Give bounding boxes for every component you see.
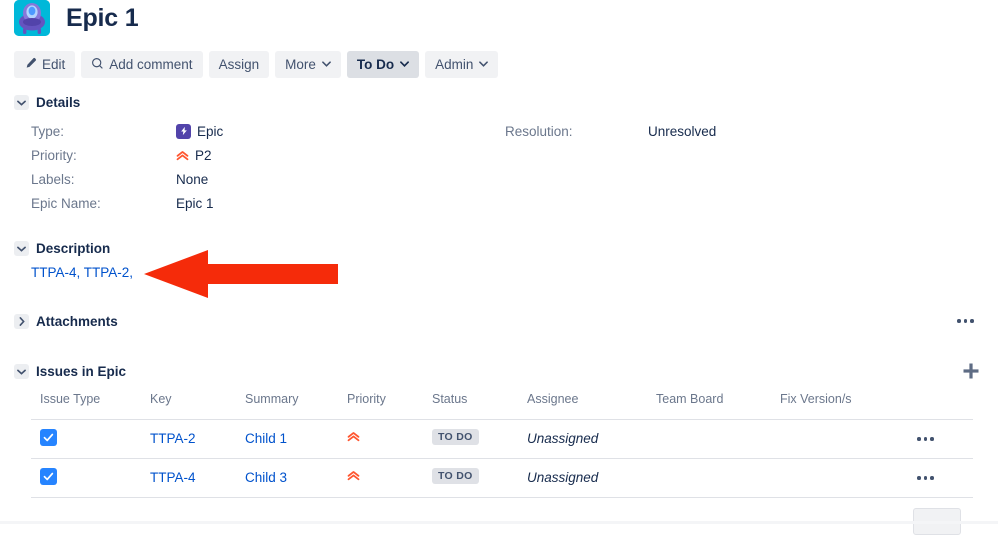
issue-toolbar: Edit Add comment Assign More To Do Admin <box>14 51 499 78</box>
description-issue-links[interactable]: TTPA-4, TTPA-2, <box>31 265 133 280</box>
field-resolution-label: Resolution: <box>505 123 573 139</box>
field-priority-label: Priority: <box>31 147 77 163</box>
details-section-title: Details <box>36 95 81 110</box>
field-labels: Labels: None <box>31 170 208 188</box>
issues-in-epic-section-title: Issues in Epic <box>36 364 127 379</box>
row-priority-high-double-chevron-icon <box>347 469 360 485</box>
field-epic-name-value: Epic 1 <box>176 195 214 211</box>
edit-button[interactable]: Edit <box>14 51 76 78</box>
attachments-section-title: Attachments <box>36 314 118 329</box>
field-epic-name-label: Epic Name: <box>31 195 101 211</box>
details-section-header[interactable]: Details <box>14 95 80 110</box>
field-priority-value: P2 <box>176 148 212 163</box>
assign-button[interactable]: Assign <box>208 51 270 78</box>
epic-alien-avatar-icon <box>14 0 50 36</box>
left-arrow-annotation-icon <box>144 250 338 298</box>
admin-button-label: Admin <box>435 57 474 72</box>
field-labels-value: None <box>176 171 209 187</box>
table-bottom-divider <box>31 497 973 498</box>
field-type: Type: Epic <box>31 122 223 140</box>
add-issue-plus-icon[interactable] <box>962 362 980 380</box>
column-header-status: Status <box>432 392 468 406</box>
chevron-down-icon <box>479 60 489 69</box>
row-key-link[interactable]: TTPA-4 <box>150 470 196 485</box>
chevron-down-icon <box>14 95 29 110</box>
status-todo-button-label: To Do <box>356 57 395 72</box>
column-header-summary: Summary <box>245 392 299 406</box>
field-resolution-value: Unresolved <box>648 123 717 139</box>
field-priority: Priority: P2 <box>31 146 212 164</box>
add-comment-button-label: Add comment <box>109 57 193 72</box>
table-row: TTPA-2 Child 1 TO DO Unassigned <box>0 420 998 458</box>
row-checkbox-checked-icon[interactable] <box>40 429 57 446</box>
table-row: TTPA-4 Child 3 TO DO Unassigned <box>0 459 998 497</box>
admin-button[interactable]: Admin <box>425 51 499 78</box>
field-resolution: Resolution: Unresolved <box>505 122 716 140</box>
search-icon <box>91 57 104 73</box>
priority-high-double-chevron-icon <box>176 149 189 162</box>
assign-button-label: Assign <box>218 57 260 72</box>
field-type-text: Epic <box>197 123 224 139</box>
row-assignee: Unassigned <box>527 431 599 446</box>
chevron-down-icon <box>321 60 331 69</box>
column-header-team-board: Team Board <box>656 392 724 406</box>
page-title: Epic 1 <box>66 4 139 32</box>
chevron-down-icon <box>14 241 29 256</box>
column-header-issue-type: Issue Type <box>40 392 101 406</box>
field-type-value: Epic <box>176 123 224 139</box>
attachments-section-header[interactable]: Attachments <box>14 314 118 329</box>
column-header-key: Key <box>150 392 172 406</box>
table-header-row: Issue Type Key Summary Priority Status A… <box>0 392 998 417</box>
description-section-header[interactable]: Description <box>14 241 110 256</box>
row-status-badge[interactable]: TO DO <box>432 429 479 445</box>
chevron-down-icon <box>14 364 29 379</box>
row-more-menu-ellipsis-icon[interactable] <box>917 437 934 441</box>
description-section-title: Description <box>36 241 111 256</box>
row-checkbox-checked-icon[interactable] <box>40 468 57 485</box>
issues-in-epic-section-header[interactable]: Issues in Epic <box>14 364 126 379</box>
edit-button-label: Edit <box>42 57 66 72</box>
issue-header: Epic 1 <box>0 0 998 40</box>
status-todo-button[interactable]: To Do <box>346 51 420 78</box>
pencil-icon <box>24 57 37 73</box>
field-labels-label: Labels: <box>31 171 75 187</box>
row-key-link[interactable]: TTPA-2 <box>150 431 196 446</box>
chevron-right-icon <box>14 314 29 329</box>
row-summary-link[interactable]: Child 1 <box>245 431 287 446</box>
issues-in-epic-table: Issue Type Key Summary Priority Status A… <box>0 392 998 485</box>
row-summary-link[interactable]: Child 3 <box>245 470 287 485</box>
attachments-more-menu-ellipsis-icon[interactable] <box>957 319 974 323</box>
more-button[interactable]: More <box>275 51 341 78</box>
row-more-menu-ellipsis-icon[interactable] <box>917 476 934 480</box>
field-epic-name: Epic Name: Epic 1 <box>31 194 214 212</box>
more-button-label: More <box>285 57 316 72</box>
row-priority-high-double-chevron-icon <box>347 430 360 446</box>
chevron-down-icon <box>400 60 410 69</box>
column-header-priority: Priority <box>347 392 386 406</box>
add-comment-button[interactable]: Add comment <box>81 51 203 78</box>
column-header-fix-versions: Fix Version/s <box>780 392 852 406</box>
field-priority-text: P2 <box>195 147 212 163</box>
row-assignee: Unassigned <box>527 470 599 485</box>
field-type-label: Type: <box>31 123 65 139</box>
row-status-badge[interactable]: TO DO <box>432 468 479 484</box>
column-header-assignee: Assignee <box>527 392 579 406</box>
epic-lightning-icon <box>176 123 191 139</box>
